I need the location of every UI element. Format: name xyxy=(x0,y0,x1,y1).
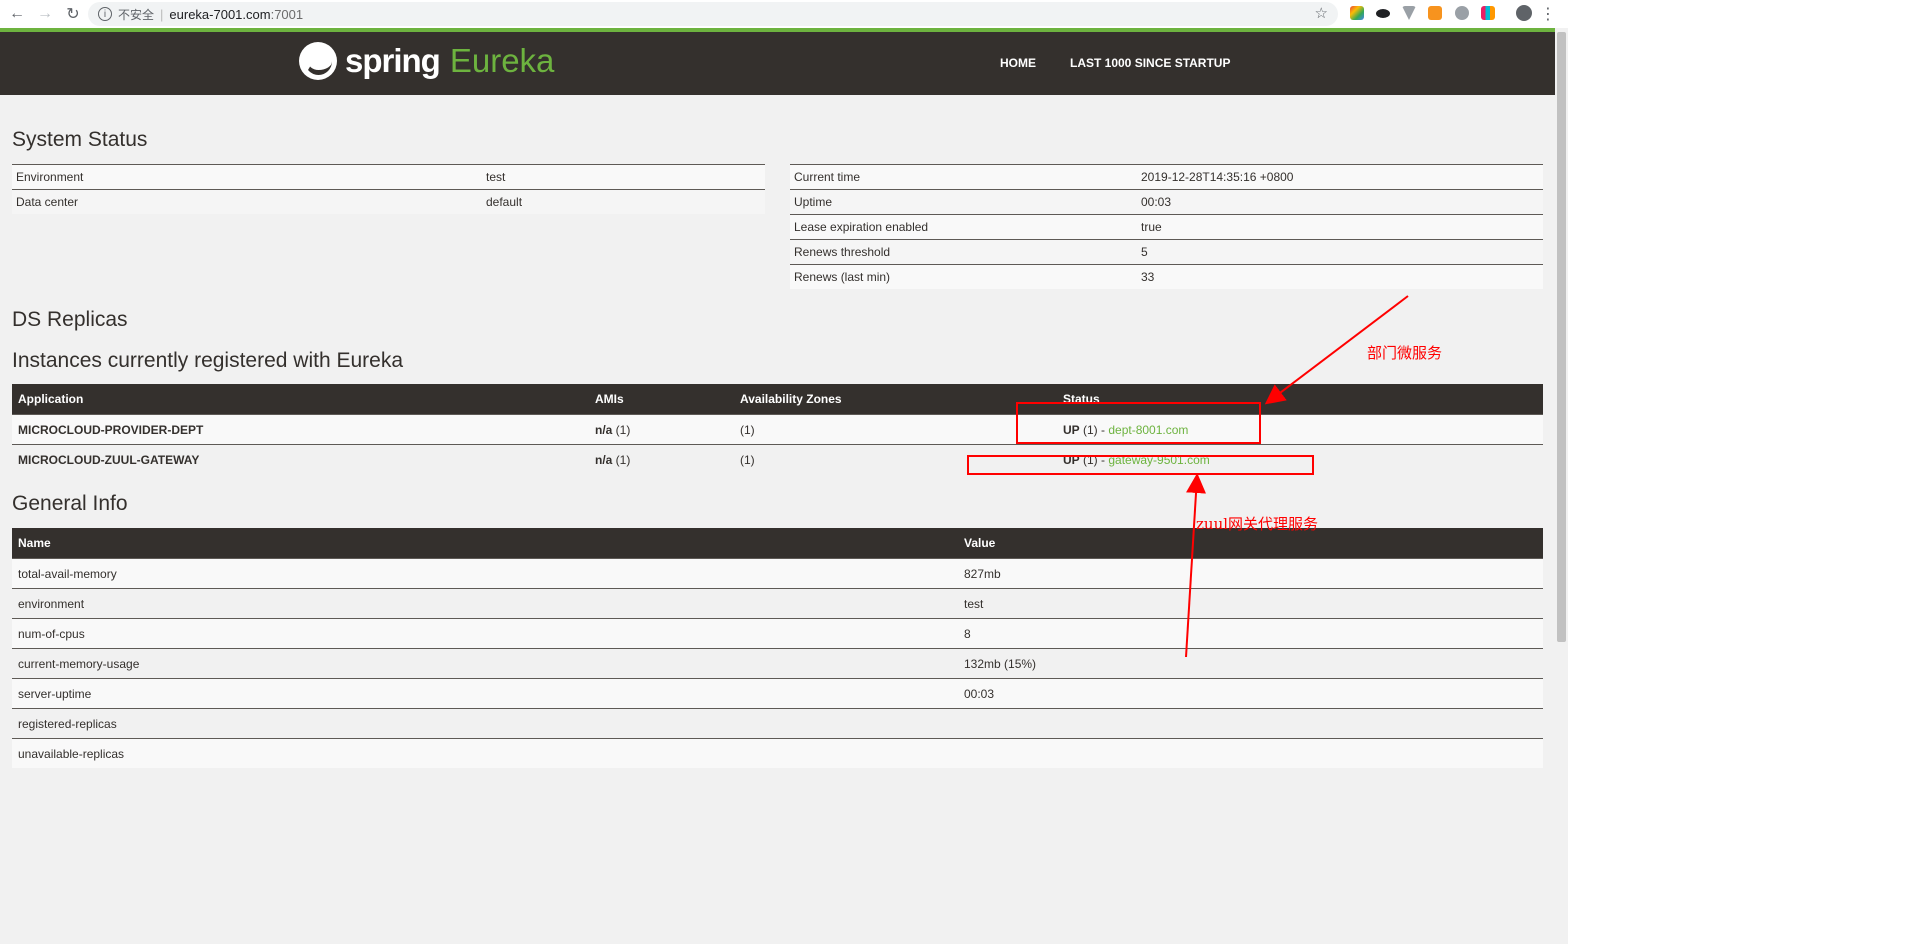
annotation-arrows xyxy=(1185,295,1409,658)
dept-arrow xyxy=(1264,295,1409,405)
scrollbar-thumb[interactable] xyxy=(1557,32,1566,642)
zuul-arrow xyxy=(1185,473,1207,658)
window-background xyxy=(1568,0,1919,944)
